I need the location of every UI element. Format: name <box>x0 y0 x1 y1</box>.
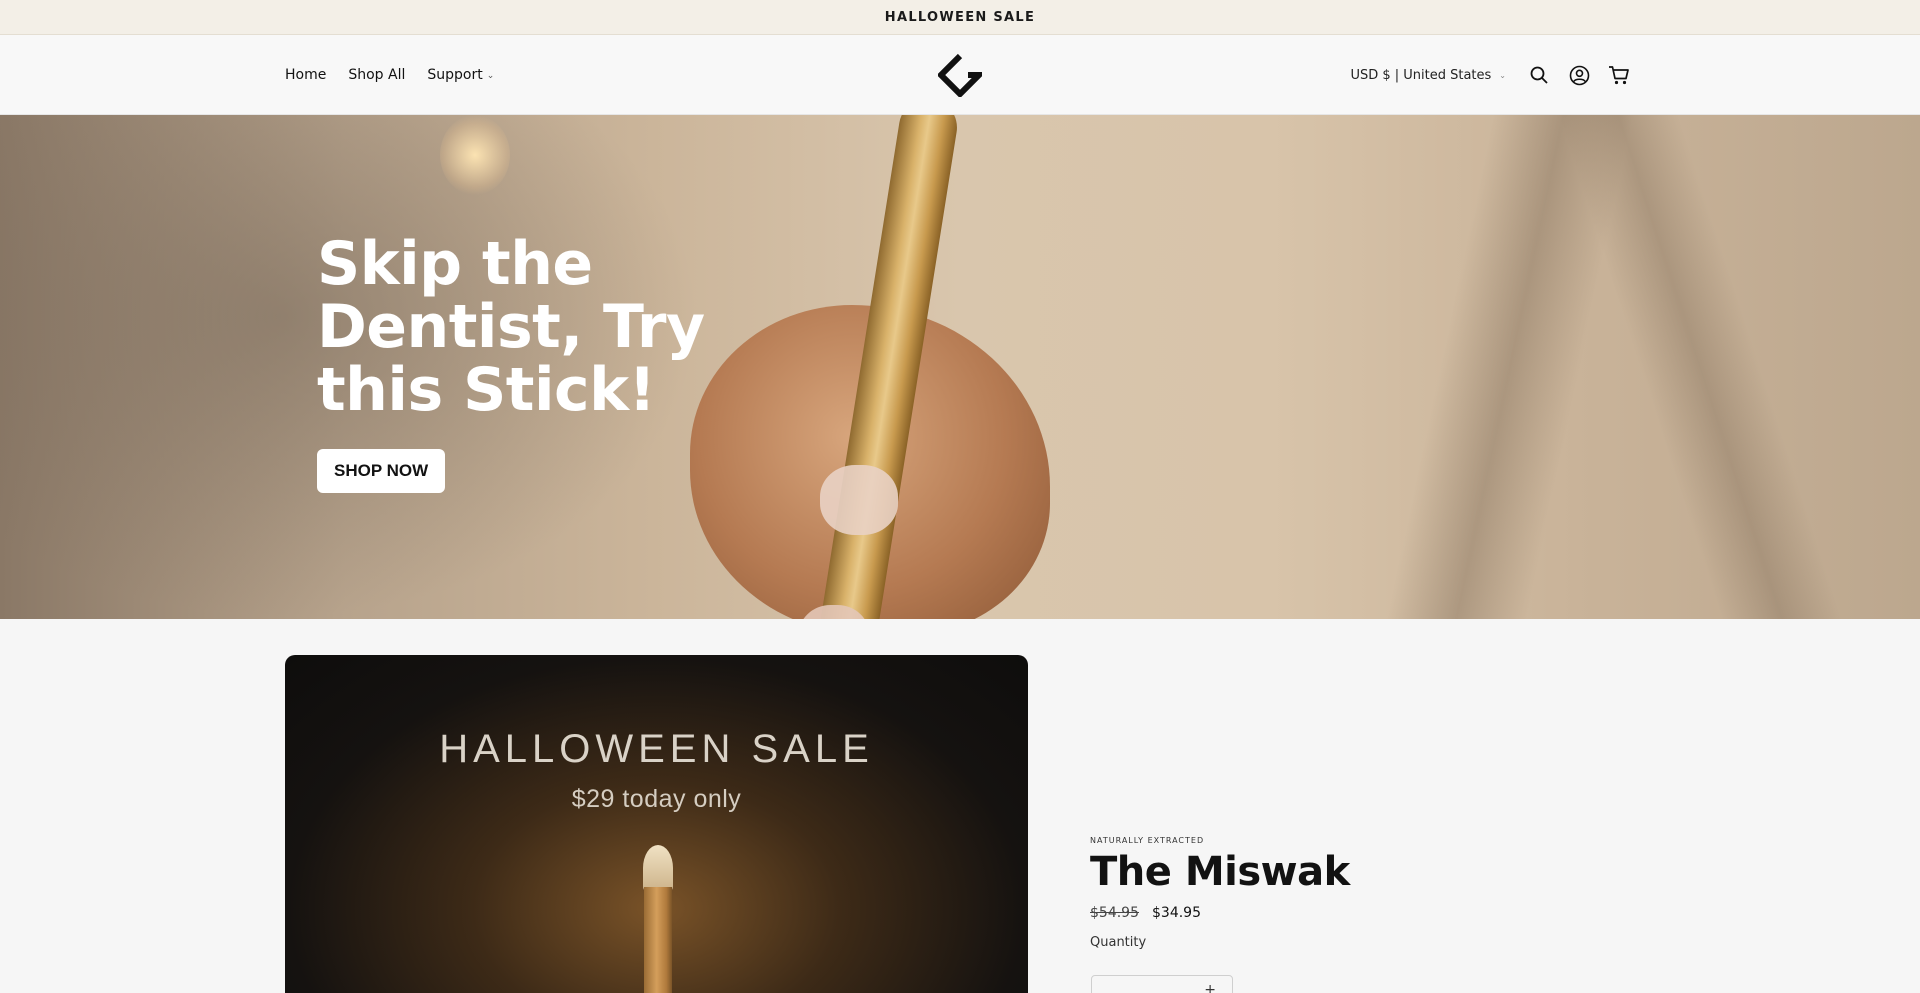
price-row: $54.95 $34.95 <box>1090 905 1350 921</box>
logo-icon <box>936 53 987 99</box>
chevron-down-icon: ⌄ <box>1499 70 1506 80</box>
hero-robe-fold <box>1558 115 1842 619</box>
price-regular: $54.95 <box>1090 905 1139 921</box>
product-eyebrow: NATURALLY EXTRACTED <box>1090 836 1205 845</box>
site-header: Home Shop All Support ⌄ USD $ | United S… <box>0 35 1920 115</box>
search-icon[interactable] <box>1528 64 1550 86</box>
media-sale-title: HALLOWEEN SALE <box>439 727 874 771</box>
account-icon[interactable] <box>1568 64 1590 86</box>
main-nav: Home Shop All Support ⌄ <box>285 35 494 115</box>
shop-now-button[interactable]: SHOP NOW <box>317 449 446 493</box>
chevron-down-icon: ⌄ <box>486 71 495 81</box>
currency-selector[interactable]: USD $ | United States ⌄ <box>1350 68 1506 83</box>
miswak-bristles <box>643 845 673 891</box>
nav-item-support-label: Support <box>427 67 483 83</box>
logo[interactable] <box>936 53 987 99</box>
hero-thumbnail <box>820 465 898 535</box>
product-title: The Miswak <box>1090 849 1350 895</box>
miswak-stick-image <box>644 887 672 993</box>
quantity-label: Quantity <box>1090 935 1147 950</box>
nav-item-support[interactable]: Support ⌄ <box>427 67 494 83</box>
hero-banner: Skip the Dentist, Try this Stick! SHOP N… <box>0 115 1920 619</box>
product-info: NATURALLY EXTRACTED The Miswak $54.95 $3… <box>1090 836 1350 950</box>
media-sale-subtitle: $29 today only <box>571 785 742 813</box>
announcement-bar: HALLOWEEN SALE <box>0 0 1920 35</box>
quantity-increase-button[interactable]: + <box>1204 982 1216 993</box>
hero-candle-glow <box>440 115 510 195</box>
quantity-stepper[interactable]: + <box>1091 975 1233 993</box>
hero-title: Skip the Dentist, Try this Stick! <box>317 229 705 425</box>
announcement-text: HALLOWEEN SALE <box>884 9 1036 25</box>
currency-label: USD $ | United States <box>1350 67 1492 83</box>
hero-content: Skip the Dentist, Try this Stick! SHOP N… <box>317 233 717 493</box>
header-tools: USD $ | United States ⌄ <box>1350 35 1630 115</box>
product-media[interactable]: HALLOWEEN SALE $29 today only <box>285 655 1028 993</box>
nav-item-home[interactable]: Home <box>285 67 326 83</box>
price-sale: $34.95 <box>1152 905 1201 921</box>
nav-item-shop-all[interactable]: Shop All <box>348 67 405 83</box>
cart-icon[interactable] <box>1608 64 1630 86</box>
